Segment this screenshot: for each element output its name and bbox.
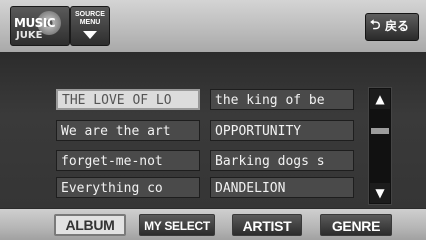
header-bar: MUSIC JUKE SOURCE MENU ⮌ 戻る [0, 0, 426, 53]
source-menu-button[interactable]: SOURCE MENU [70, 6, 110, 46]
logo-line2: JUKE [16, 30, 43, 41]
list-scrollbar[interactable]: ▲ ▼ [368, 87, 392, 205]
logo-line1: MUSIC [14, 16, 56, 30]
list-item[interactable]: the king of be [210, 89, 354, 110]
music-juke-logo[interactable]: MUSIC JUKE [10, 6, 70, 46]
list-item[interactable]: THE LOVE OF LO [56, 89, 200, 110]
list-item[interactable]: forget-me-not [56, 150, 200, 171]
list-item[interactable]: Everything co [56, 177, 200, 198]
tab-genre[interactable]: GENRE [320, 214, 392, 236]
back-button[interactable]: ⮌ 戻る [365, 13, 419, 41]
list-item[interactable]: Barking dogs s [210, 150, 354, 171]
scroll-down-icon[interactable]: ▼ [370, 183, 390, 203]
tab-album[interactable]: ALBUM [54, 214, 126, 236]
back-label: 戻る [385, 19, 410, 33]
tab-my-select[interactable]: MY SELECT [139, 214, 215, 236]
back-arrow-icon: ⮌ [370, 18, 381, 33]
music-juke-screen: MUSIC JUKE SOURCE MENU ⮌ 戻る THE LOVE OF … [0, 0, 426, 240]
scroll-up-icon[interactable]: ▲ [370, 89, 390, 109]
list-item[interactable]: DANDELION [210, 177, 354, 198]
list-item[interactable]: We are the art [56, 120, 200, 141]
scroll-thumb[interactable] [371, 128, 389, 134]
category-tab-bar: ALBUM MY SELECT ARTIST GENRE [0, 208, 426, 240]
source-menu-label-1: SOURCE [75, 11, 105, 18]
source-menu-label-2: MENU [79, 19, 101, 26]
list-item[interactable]: OPPORTUNITY [210, 120, 354, 141]
tab-artist[interactable]: ARTIST [232, 214, 302, 236]
dropdown-arrow-icon [83, 31, 97, 39]
